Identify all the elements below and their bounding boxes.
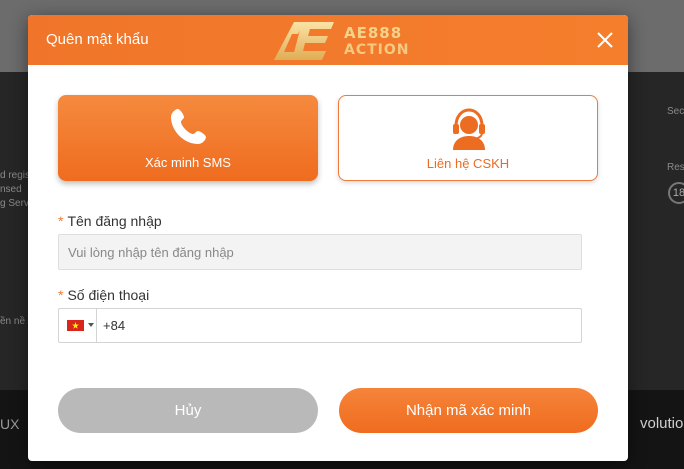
get-code-button[interactable]: Nhận mã xác minh (339, 388, 598, 433)
background-text: d regis (0, 170, 31, 181)
background-text: nsed (0, 184, 22, 195)
background-text: Res (667, 162, 684, 173)
headset-agent-icon (453, 108, 485, 150)
phone-field (58, 308, 582, 343)
country-code-select[interactable] (59, 309, 97, 342)
dialog-title: Quên mật khẩu (46, 31, 149, 48)
username-label: * Tên đăng nhập (58, 213, 162, 229)
logo-text: ACTION (344, 42, 410, 58)
ae-logo-icon (274, 22, 334, 60)
sms-verify-label: Xác minh SMS (145, 155, 231, 170)
background-text: g Serv (0, 198, 29, 209)
username-input[interactable] (58, 234, 582, 270)
background-text: ền nề (0, 316, 26, 327)
logo-text: AE888 (344, 24, 403, 42)
required-mark: * (58, 287, 64, 303)
contact-support-option[interactable]: Liên hệ CSKH (338, 95, 598, 181)
background-text: UX (0, 416, 20, 432)
phone-input[interactable] (103, 309, 573, 342)
dialog-header: Quên mật khẩu AE888 ACTION (28, 15, 628, 65)
phone-label: * Số điện thoại (58, 287, 149, 303)
brand-logo: AE888 ACTION (272, 20, 422, 62)
vietnam-flag-icon (67, 320, 84, 331)
forgot-password-dialog: Quên mật khẩu AE888 ACTION Xác minh SMS … (28, 15, 628, 461)
background-text: volution (640, 415, 684, 432)
username-label-text: Tên đăng nhập (67, 213, 162, 229)
sms-verify-option[interactable]: Xác minh SMS (58, 95, 318, 181)
chevron-down-icon (88, 323, 94, 327)
cancel-button[interactable]: Hủy (58, 388, 318, 433)
age-badge: 18 (668, 182, 684, 204)
contact-support-label: Liên hệ CSKH (426, 156, 510, 171)
background-text: Sec (667, 106, 684, 117)
phone-label-text: Số điện thoại (67, 287, 150, 303)
phone-icon (171, 109, 206, 144)
close-button[interactable] (594, 29, 616, 51)
required-mark: * (58, 213, 64, 229)
close-icon (597, 32, 613, 48)
